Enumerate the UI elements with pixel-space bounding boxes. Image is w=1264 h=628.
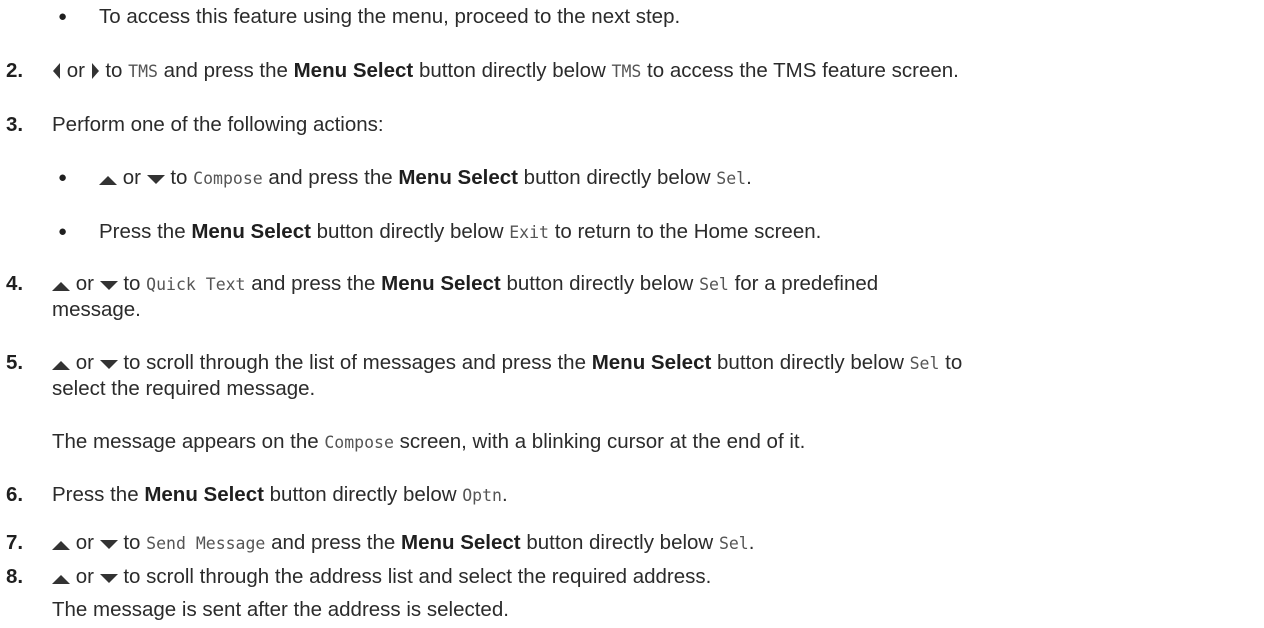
left-arrow-icon	[53, 63, 60, 79]
up-arrow-icon	[52, 541, 70, 550]
code-text: Sel	[699, 275, 729, 294]
bold-term: Menu Select	[293, 59, 414, 82]
step-number: 3.	[6, 113, 24, 136]
code-text: Compose	[193, 169, 263, 188]
step-7-text: or to Send Message and press the Menu Se…	[52, 529, 754, 558]
step-5-text: or to scroll through the list of message…	[52, 349, 962, 378]
up-arrow-icon	[99, 176, 117, 185]
down-arrow-icon	[146, 175, 165, 184]
step-4-text: or to Quick Text and press the Menu Sele…	[52, 270, 878, 299]
code-text: Sel	[716, 169, 747, 188]
down-arrow-icon	[99, 540, 118, 549]
step-3a-text: or to Compose and press the Menu Select …	[99, 164, 752, 193]
bullet-icon: ●	[58, 223, 68, 240]
code-text: TMS	[128, 62, 158, 81]
code-text: Compose	[324, 433, 394, 452]
code-text: Quick Text	[146, 275, 246, 294]
bullet-icon: ●	[58, 169, 68, 186]
code-text: Send Message	[146, 534, 266, 553]
code-text: TMS	[611, 62, 642, 81]
code-text: Sel	[718, 534, 749, 553]
code-text: Sel	[909, 354, 940, 373]
down-arrow-icon	[99, 281, 118, 290]
down-arrow-icon	[99, 574, 118, 583]
bullet-icon: ●	[58, 8, 68, 25]
step-number: 4.	[6, 272, 24, 295]
bold-term: Menu Select	[401, 531, 521, 554]
step-number: 7.	[6, 531, 24, 554]
step-2-text: or to TMS and press the Menu Select butt…	[52, 57, 959, 86]
step-number: 5.	[6, 351, 24, 374]
step-3-text: Perform one of the following actions:	[52, 113, 384, 136]
bold-term: Menu Select	[591, 351, 712, 374]
step-8-text: or to scroll through the address list an…	[52, 563, 711, 591]
bold-term: Menu Select	[144, 483, 264, 506]
step-number: 2.	[6, 59, 24, 82]
bold-term: Menu Select	[191, 220, 311, 243]
code-text: Exit	[509, 223, 549, 242]
step-number: 6.	[6, 483, 24, 506]
up-arrow-icon	[52, 361, 70, 370]
step-3b-text: Press the Menu Select button directly be…	[99, 220, 822, 243]
right-arrow-icon	[91, 63, 99, 79]
up-arrow-icon	[52, 575, 70, 584]
up-arrow-icon	[52, 282, 70, 291]
intro-bullet-text: To access this feature using the menu, p…	[99, 5, 681, 28]
bold-term: Menu Select	[381, 272, 501, 295]
step-number: 8.	[6, 565, 24, 588]
step-6-text: Press the Menu Select button directly be…	[52, 483, 508, 506]
code-text: Optn	[462, 486, 502, 505]
step-5-note-text: The message appears on the Compose scree…	[52, 430, 806, 453]
bold-term: Menu Select	[398, 166, 518, 189]
down-arrow-icon	[99, 360, 118, 369]
